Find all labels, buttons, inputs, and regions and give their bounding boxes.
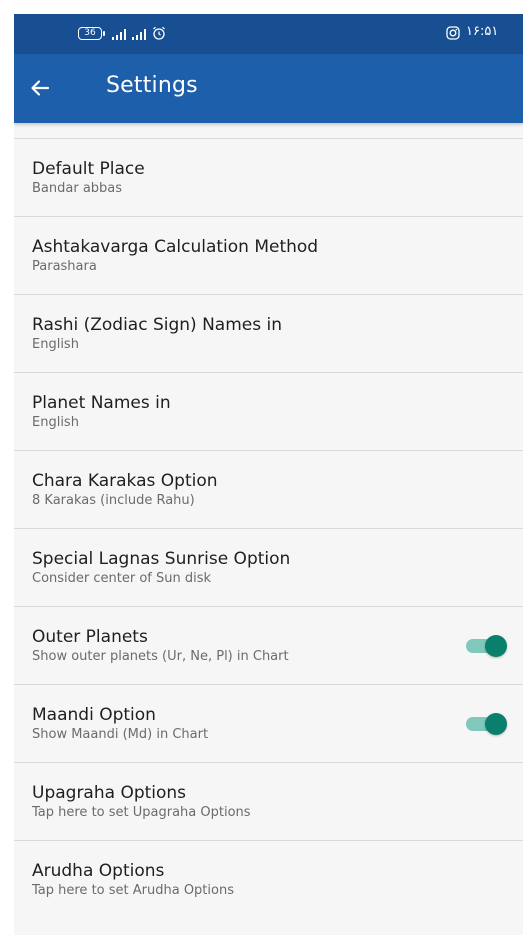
signal-icon-2 <box>132 28 150 40</box>
setting-default-place[interactable]: Default Place Bandar abbas <box>14 138 523 216</box>
setting-arudha-options[interactable]: Arudha Options Tap here to set Arudha Op… <box>14 840 523 918</box>
setting-title: Maandi Option <box>32 705 156 725</box>
setting-title: Outer Planets <box>32 627 148 647</box>
page-title: Settings <box>106 73 198 98</box>
setting-title: Special Lagnas Sunrise Option <box>32 549 291 569</box>
toggle-thumb <box>485 713 507 735</box>
setting-planet-names[interactable]: Planet Names in English <box>14 372 523 450</box>
setting-title: Planet Names in <box>32 393 171 413</box>
setting-title: Chara Karakas Option <box>32 471 218 491</box>
status-bar: 36 ۱۶:۵۱ <box>14 14 523 54</box>
back-arrow-icon[interactable] <box>28 76 52 100</box>
setting-rashi-names[interactable]: Rashi (Zodiac Sign) Names in English <box>14 294 523 372</box>
setting-title: Default Place <box>32 159 145 179</box>
setting-summary: English <box>32 337 79 352</box>
setting-summary: English <box>32 415 79 430</box>
status-time: ۱۶:۵۱ <box>466 24 499 39</box>
toggle-thumb <box>485 635 507 657</box>
outer-planets-toggle[interactable] <box>466 635 508 657</box>
setting-summary: Tap here to set Arudha Options <box>32 883 234 898</box>
instagram-icon <box>446 26 460 40</box>
setting-summary: Consider center of Sun disk <box>32 571 212 586</box>
battery-icon: 36 <box>78 27 102 40</box>
signal-icon <box>112 28 130 40</box>
setting-chara-karakas[interactable]: Chara Karakas Option 8 Karakas (include … <box>14 450 523 528</box>
settings-list: Default Place Bandar abbas Ashtakavarga … <box>14 138 523 918</box>
setting-summary: Tap here to set Upagraha Options <box>32 805 251 820</box>
battery-level: 36 <box>84 28 96 38</box>
setting-title: Arudha Options <box>32 861 165 881</box>
setting-special-lagnas[interactable]: Special Lagnas Sunrise Option Consider c… <box>14 528 523 606</box>
setting-title: Rashi (Zodiac Sign) Names in <box>32 315 283 335</box>
setting-ashtakavarga-method[interactable]: Ashtakavarga Calculation Method Parashar… <box>14 216 523 294</box>
setting-summary: Parashara <box>32 259 97 274</box>
maandi-toggle[interactable] <box>466 713 508 735</box>
setting-maandi-option[interactable]: Maandi Option Show Maandi (Md) in Chart <box>14 684 523 762</box>
settings-screen: 36 ۱۶:۵۱ Settings Default Place Bandar a… <box>14 14 523 935</box>
setting-summary: Show outer planets (Ur, Ne, Pl) in Chart <box>32 649 289 664</box>
app-bar: Settings <box>14 54 523 123</box>
setting-title: Ashtakavarga Calculation Method <box>32 237 319 257</box>
setting-summary: Bandar abbas <box>32 181 123 196</box>
battery-tip <box>103 31 105 36</box>
setting-outer-planets[interactable]: Outer Planets Show outer planets (Ur, Ne… <box>14 606 523 684</box>
alarm-icon <box>153 26 165 40</box>
setting-upagraha-options[interactable]: Upagraha Options Tap here to set Upagrah… <box>14 762 523 840</box>
setting-summary: Show Maandi (Md) in Chart <box>32 727 209 742</box>
setting-title: Upagraha Options <box>32 783 187 803</box>
setting-summary: 8 Karakas (include Rahu) <box>32 493 195 508</box>
